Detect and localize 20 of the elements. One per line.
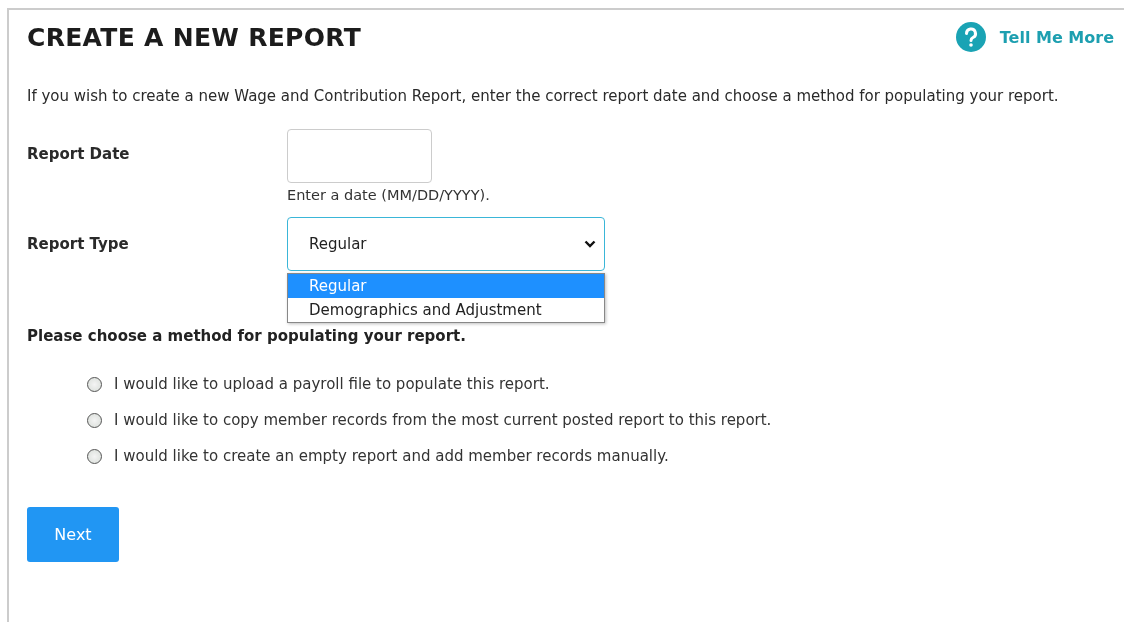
report-date-label: Report Date [27, 145, 131, 163]
intro-text: If you wish to create a new Wage and Contribution Report, enter the correct report date and choose a method for populating your report. [27, 86, 1060, 107]
report-type-label: Report Type [27, 235, 130, 253]
method-prompt: Please choose a method for populating your report. [27, 327, 467, 345]
dropdown-option[interactable]: Demographics and Adjustment [288, 298, 604, 322]
chevron-icon [584, 240, 596, 248]
radio-label: I would like to upload a payroll file to populate this report. [114, 375, 550, 393]
radio-label: I would like to copy member records from the most current posted report to this report. [114, 411, 772, 429]
page-title: CREATE A NEW REPORT [27, 22, 362, 52]
radio-button[interactable] [87, 376, 102, 392]
date-hint: Enter a date (MM/DD/YYYY). [287, 187, 491, 203]
tell-me-more-link[interactable]: Tell Me More [955, 22, 1114, 52]
radio-button[interactable] [87, 448, 102, 464]
help-icon [955, 22, 986, 52]
radio-button[interactable] [87, 412, 102, 428]
next-button[interactable]: Next [27, 507, 119, 562]
dropdown-option[interactable]: Regular [288, 274, 604, 298]
report-date-field[interactable] [287, 129, 432, 183]
report-type-select[interactable]: Regular [287, 217, 605, 271]
radio-label: I would like to create an empty report and add member records manually. [114, 447, 669, 465]
